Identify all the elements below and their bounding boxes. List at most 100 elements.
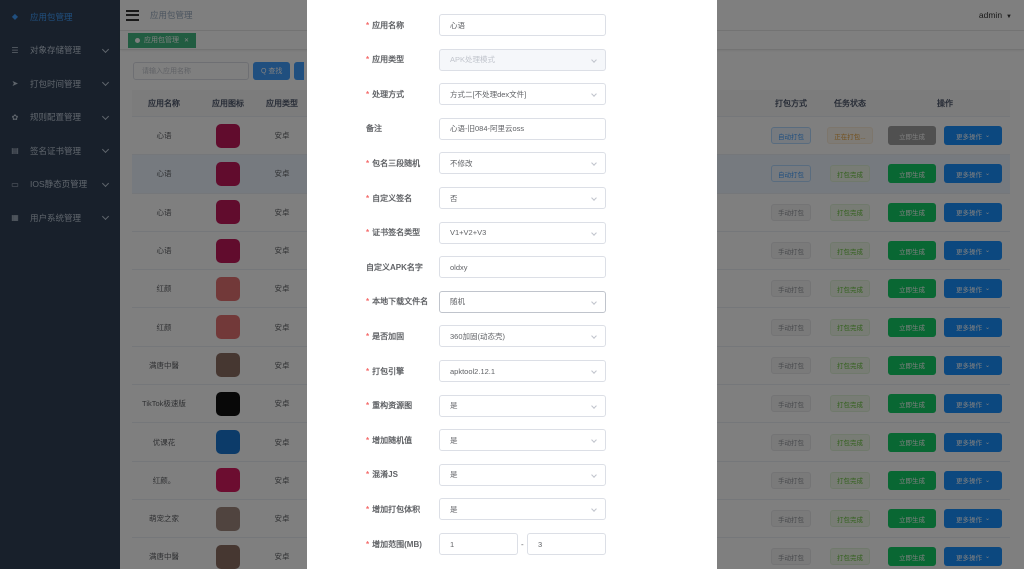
required-asterisk: * [366,55,370,65]
form-row: * 应用类型 APK处理模式 [307,48,717,71]
range-min-input[interactable]: 1 [439,533,518,555]
form-label-text: 应用类型 [372,55,405,65]
form-label: * 增加随机值 [366,435,412,446]
chevron-down-icon [591,56,597,63]
form-label: * 包名三段随机 [366,158,420,169]
form-select[interactable]: 是 [439,394,606,417]
field-value: 方式二[不处理dex文件] [450,89,527,99]
chevron-down-icon [591,160,597,167]
form-row: * 处理方式 方式二[不处理dex文件] [307,83,717,106]
required-asterisk: * [366,228,370,238]
field-value: APK处理模式 [450,55,496,65]
form-select[interactable]: 否 [439,187,606,209]
form-row: * 自定义签名 否 [307,187,717,209]
form-row: * 混淆JS 是 [307,463,717,486]
form-label: * 增加范围(MB) [366,539,422,550]
required-asterisk: * [366,297,370,307]
form-label: * 本地下载文件名 [366,296,428,307]
field-value: V1+V2+V3 [450,228,487,238]
field-value: 不修改 [450,158,473,168]
form-select[interactable]: APK处理模式 [439,48,606,71]
form-label-text: 增加打包体积 [372,504,421,514]
form-select[interactable]: 360加固(动态壳) [439,325,606,348]
chevron-down-icon [591,229,597,236]
form-row: * 增加打包体积 是 [307,498,717,521]
form-row: * 本地下载文件名 随机 [307,290,717,313]
field-value: 360加固(动态壳) [450,331,506,341]
form-label: * 处理方式 [366,89,404,100]
field-value: 是 [450,470,458,480]
form-select[interactable]: apktool2.12.1 [439,360,606,382]
form-select[interactable]: 不修改 [439,152,606,175]
edit-app-dialog: * 应用名称 心语 * 应用类型 APK处理模式 * 处理方式 方式二[不处理dex文件] 备注心… [307,0,717,569]
range-separator: - [521,539,524,549]
form-select[interactable]: 方式二[不处理dex文件] [439,83,606,106]
form-label-text: 增加随机值 [372,435,413,445]
chevron-down-icon [591,402,597,409]
field-value: apktool2.12.1 [450,366,496,376]
form-label: * 证书签名类型 [366,227,420,238]
required-asterisk: * [366,504,370,514]
form-label-text: 本地下载文件名 [372,297,429,307]
chevron-down-icon [591,195,597,201]
form-label-text: 是否加固 [372,331,405,341]
chevron-down-icon [591,298,597,305]
required-asterisk: * [366,401,370,411]
field-value: 是 [450,504,458,514]
field-value: 否 [450,193,458,203]
chevron-down-icon [591,368,597,374]
form-label-text: 增加范围(MB) [372,539,422,549]
field-value: 是 [450,435,458,445]
form-label: 自定义APK名字 [366,262,423,273]
form-select[interactable]: 是 [439,429,606,452]
form-row: * 打包引擎 apktool2.12.1 [307,360,717,382]
required-asterisk: * [366,539,370,549]
required-asterisk: * [366,158,370,168]
form-input[interactable]: 心语 [439,14,606,36]
field-value: 心语 [450,20,465,30]
form-row: * 增加随机值 是 [307,429,717,452]
form-label: * 混淆JS [366,469,398,480]
field-value: 随机 [450,297,465,307]
required-asterisk: * [366,435,370,445]
form-label: * 自定义签名 [366,193,412,204]
form-label-text: 自定义签名 [372,193,413,203]
form-label-text: 包名三段随机 [372,158,421,168]
required-asterisk: * [366,470,370,480]
form-select[interactable]: 是 [439,463,606,486]
form-label-text: 应用名称 [372,20,405,30]
form-label-text: 自定义APK名字 [366,262,423,272]
form-row: 备注 心语-旧084-阿里云oss [307,117,717,140]
field-value: 心语-旧084-阿里云oss [450,124,525,134]
chevron-down-icon [591,437,597,444]
form-label-text: 处理方式 [372,89,405,99]
field-value: 3 [538,539,543,549]
range-max-input[interactable]: 3 [527,533,606,555]
form-input[interactable]: oldxy [439,256,606,279]
field-value: oldxy [450,262,468,272]
form-select[interactable]: 随机 [439,290,606,313]
form-label-text: 混淆JS [372,470,398,480]
form-select[interactable]: V1+V2+V3 [439,221,606,244]
required-asterisk: * [366,193,370,203]
required-asterisk: * [366,331,370,341]
required-asterisk: * [366,20,370,30]
form-row: 自定义APK名字 oldxy [307,256,717,279]
chevron-down-icon [591,471,597,478]
form-select[interactable]: 是 [439,498,606,521]
form-input[interactable]: 心语-旧084-阿里云oss [439,117,606,140]
field-value: 是 [450,401,458,411]
form-label-text: 备注 [366,124,382,134]
form-label: * 重构资源图 [366,400,412,411]
form-label-text: 重构资源图 [372,401,413,411]
chevron-down-icon [591,333,597,340]
form-row: * 包名三段随机 不修改 [307,152,717,175]
form-row: * 重构资源图 是 [307,394,717,417]
form-label-text: 打包引擎 [372,366,405,376]
form-label-text: 证书签名类型 [372,228,421,238]
required-asterisk: * [366,89,370,99]
form-label: * 应用类型 [366,54,404,65]
form-label: * 是否加固 [366,331,404,342]
form-label: 备注 [366,123,382,134]
field-value: 1 [450,539,455,549]
